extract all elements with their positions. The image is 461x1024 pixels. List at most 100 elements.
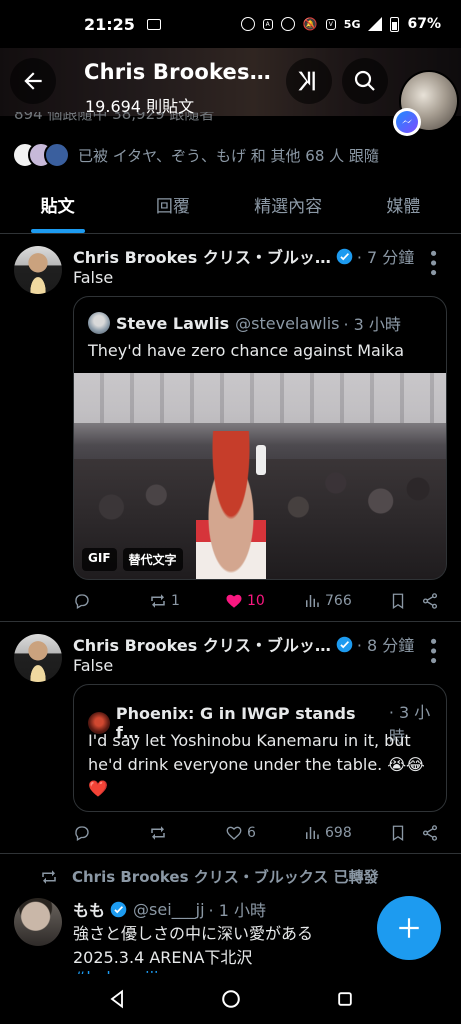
views-button[interactable]: 698	[303, 824, 389, 842]
profile-tabs: 貼文 回覆 精選內容 媒體	[0, 182, 461, 234]
quote-handle: @stevelawlis	[235, 313, 340, 333]
post-header: もも @sei___jj · 1 小時	[73, 897, 266, 921]
like-button[interactable]: 10	[225, 592, 303, 610]
plus-icon	[399, 918, 419, 938]
like-count: 6	[247, 825, 256, 841]
author-name[interactable]: もも	[73, 897, 105, 921]
post-actions: 6 698	[73, 824, 447, 842]
quote-author-name: Steve Lawlis	[116, 313, 230, 333]
android-nav-bar	[0, 974, 461, 1024]
author-avatar[interactable]	[14, 898, 62, 946]
tab-media[interactable]: 媒體	[346, 182, 461, 233]
post-actions: 1 10 766	[73, 592, 447, 610]
nav-recents-icon[interactable]	[335, 989, 355, 1009]
tab-replies[interactable]: 回覆	[115, 182, 230, 233]
reply-button[interactable]	[73, 592, 149, 610]
repost-small-icon	[42, 869, 56, 884]
post-count: 19.694 則貼文	[85, 97, 195, 116]
bookmark-icon	[392, 825, 404, 842]
bookmark-button[interactable]	[389, 824, 421, 842]
nav-back-icon[interactable]	[107, 989, 127, 1009]
share-icon	[422, 825, 438, 841]
more-options-icon[interactable]: •••	[422, 248, 443, 277]
tab-posts[interactable]: 貼文	[0, 182, 115, 233]
alarm-icon	[240, 17, 255, 31]
status-icons: A 🔕 V 5G 67%	[240, 16, 441, 32]
share-button[interactable]	[421, 592, 439, 610]
post-time: · 7 分鐘	[356, 248, 415, 267]
alt-text-badge[interactable]: 替代文字	[122, 548, 183, 571]
author-avatar[interactable]	[14, 634, 62, 682]
compose-post-button[interactable]	[377, 896, 441, 960]
quote-header: Steve Lawlis @stevelawlis · 3 小時	[88, 311, 401, 335]
gif-badge: GIF	[82, 548, 117, 571]
quote-time: · 3 小時	[343, 315, 401, 334]
profile-banner-header: Chris Brookes… 19.694 則貼文	[0, 48, 461, 116]
post-header: Chris Brookes クリス・ブルッ… · 8 分鐘	[73, 632, 414, 656]
views-count: 698	[325, 825, 352, 841]
post-time: · 1 小時	[208, 901, 266, 920]
auto-icon: A	[262, 18, 273, 30]
author-avatar[interactable]	[14, 246, 62, 294]
back-button[interactable]	[10, 58, 56, 104]
heart-icon	[226, 826, 242, 840]
post-header: Chris Brookes クリス・ブルッ… · 7 分鐘	[73, 244, 414, 268]
messenger-icon	[396, 111, 418, 133]
quote-author-avatar	[88, 312, 110, 334]
gif-badges: GIF 替代文字	[82, 548, 183, 571]
post-time: · 8 分鐘	[356, 636, 415, 655]
author-name[interactable]: Chris Brookes クリス・ブルッ…	[73, 244, 331, 268]
views-count: 766	[325, 593, 352, 609]
search-button[interactable]	[342, 58, 388, 104]
quote-text: I'd say let Yoshinobu Kanemaru in it, bu…	[88, 731, 425, 798]
verified-badge-icon	[110, 901, 127, 918]
battery-icon	[390, 16, 400, 32]
followers-text: 已被 イタヤ、ぞう、もげ 和 其他 68 人 跟隨	[78, 146, 379, 165]
repost-button[interactable]	[149, 824, 225, 842]
gallery-notification-icon	[146, 18, 161, 30]
repost-icon	[151, 594, 165, 608]
repost-indicator: Chris Brookes クリス・ブルックス 已轉發	[40, 866, 379, 887]
share-icon	[422, 593, 438, 609]
verified-badge-icon	[336, 248, 353, 265]
signal-icon	[368, 17, 383, 31]
volte-icon: V	[325, 18, 336, 30]
like-button[interactable]: 6	[225, 824, 303, 842]
status-time: 21:25	[84, 14, 135, 34]
bookmark-button[interactable]	[389, 592, 421, 610]
nav-home-icon[interactable]	[220, 988, 242, 1010]
heart-filled-icon	[226, 594, 242, 608]
post[interactable]: Chris Brookes クリス・ブルッ… · 7 分鐘 ••• False …	[0, 234, 461, 622]
author-handle: @sei___jj	[133, 899, 205, 919]
grok-button[interactable]	[286, 58, 332, 104]
reply-icon	[75, 826, 89, 841]
gif-ceiling	[74, 373, 446, 423]
post-text: False	[73, 268, 114, 287]
reply-icon	[75, 594, 89, 609]
post[interactable]: Chris Brookes クリス・ブルッ… · 8 分鐘 ••• False …	[0, 622, 461, 854]
views-icon	[306, 827, 319, 839]
quoted-post[interactable]: Steve Lawlis @stevelawlis · 3 小時 They'd …	[73, 296, 447, 580]
reply-button[interactable]	[73, 824, 149, 842]
post-text: False	[73, 656, 114, 675]
quoted-post[interactable]: Phoenix: G in IWGP stands f… · 3 小時 I'd …	[73, 684, 447, 812]
back-arrow-icon	[24, 72, 42, 90]
tab-highlights[interactable]: 精選內容	[231, 182, 346, 233]
quote-gif-media[interactable]: GIF 替代文字	[74, 373, 446, 579]
like-count: 10	[247, 593, 265, 609]
repost-count: 1	[171, 593, 180, 609]
status-bar: 21:25 A 🔕 V 5G 67%	[0, 0, 461, 48]
gif-bottle	[256, 445, 266, 475]
more-options-icon[interactable]: •••	[422, 636, 443, 665]
quote-text: They'd have zero chance against Maika	[88, 341, 405, 360]
search-icon	[354, 70, 375, 91]
repost-button[interactable]: 1	[149, 592, 225, 610]
views-button[interactable]: 766	[303, 592, 389, 610]
grok-icon	[298, 71, 315, 91]
followers-you-know[interactable]: 已被 イタヤ、ぞう、もげ 和 其他 68 人 跟隨	[12, 142, 379, 168]
network-label: 5G	[343, 17, 361, 31]
messenger-bubble[interactable]	[393, 108, 421, 136]
author-name[interactable]: Chris Brookes クリス・ブルッ…	[73, 632, 331, 656]
share-button[interactable]	[421, 824, 439, 842]
verified-badge-icon	[336, 636, 353, 653]
